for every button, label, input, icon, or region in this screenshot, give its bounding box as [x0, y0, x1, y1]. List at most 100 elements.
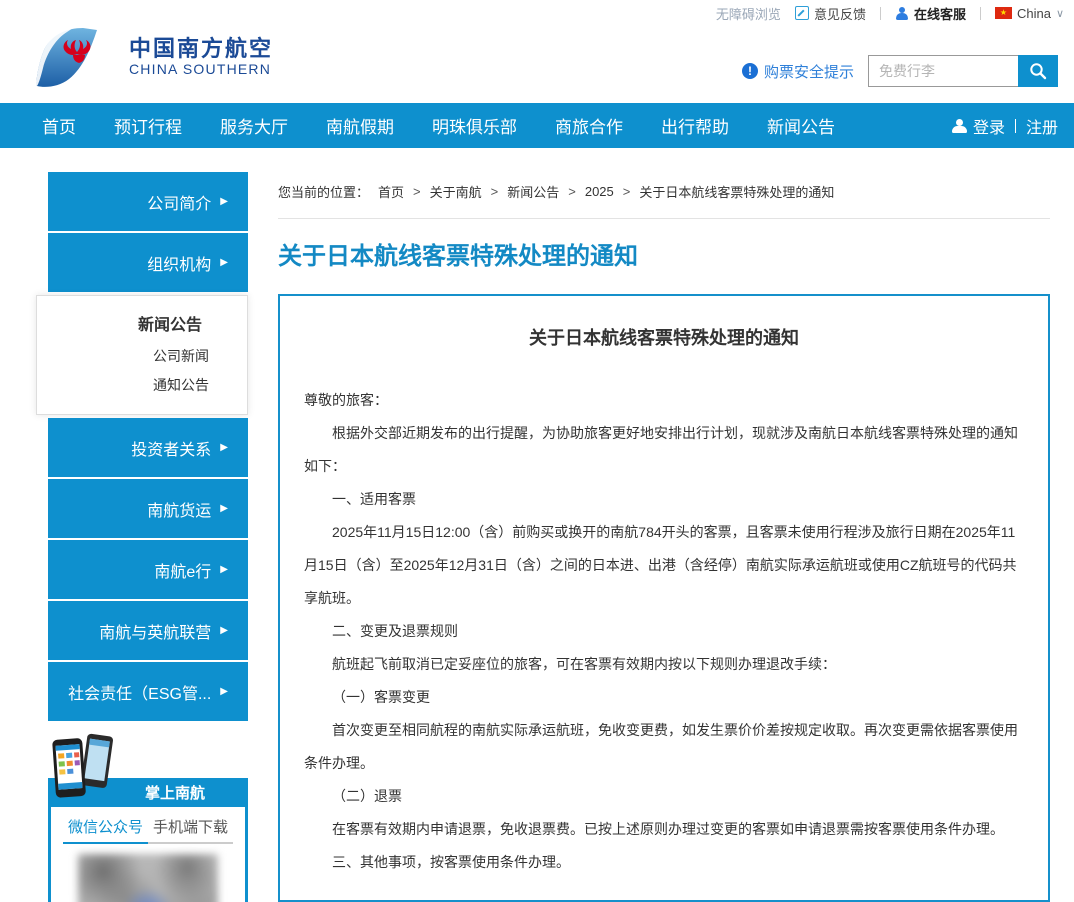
- sidebar-item-company-profile[interactable]: 公司简介 ▶: [48, 172, 248, 231]
- sidebar-item-label: 南航与英航联营: [99, 619, 211, 643]
- arrow-right-icon: ▶: [220, 504, 228, 514]
- sidebar: 公司简介 ▶ 组织机构 ▶ 新闻公告 公司新闻 通知公告 投资者关系 ▶ 南航货…: [36, 172, 248, 902]
- breadcrumb-separator: >: [568, 184, 576, 199]
- sidebar-subitem-company-news[interactable]: 公司新闻: [37, 342, 247, 371]
- accessibility-link[interactable]: 无障碍浏览: [716, 4, 781, 23]
- nav-item-business-travel[interactable]: 商旅合作: [555, 113, 623, 138]
- page: 无障碍浏览 意见反馈 在线客服 ★ China ∨: [0, 0, 1074, 902]
- breadcrumb: 您当前的位置： 首页 > 关于南航 > 新闻公告 > 2025 > 关于日本航线…: [278, 172, 1050, 219]
- tab-mobile-download[interactable]: 手机端下载: [148, 816, 233, 844]
- wechat-qr-code-image: [78, 854, 218, 902]
- nav-item-news[interactable]: 新闻公告: [767, 113, 835, 138]
- arrow-right-icon: ▶: [220, 626, 228, 636]
- page-title: 关于日本航线客票特殊处理的通知: [278, 236, 1050, 271]
- breadcrumb-2025[interactable]: 2025: [585, 184, 614, 199]
- safety-tip-label: 购票安全提示: [764, 61, 854, 82]
- login-person-icon: [952, 119, 967, 133]
- sidebar-item-e-travel[interactable]: 南航e行 ▶: [48, 540, 248, 599]
- arrow-right-icon: ▶: [220, 443, 228, 453]
- article-title: 关于日本航线客票特殊处理的通知: [304, 324, 1024, 350]
- article-paragraph: （二）退票: [304, 780, 1024, 813]
- china-flag-icon: ★: [995, 7, 1012, 19]
- search-button[interactable]: [1018, 55, 1058, 87]
- tab-wechat-official-account[interactable]: 微信公众号: [63, 816, 148, 844]
- sidebar-subitem-notice-announcements[interactable]: 通知公告: [37, 371, 247, 400]
- article-paragraph: 首次变更至相同航程的南航实际承运航班，免收变更费，如发生票价价差按规定收取。再次…: [304, 714, 1024, 780]
- mobile-phones-image: [50, 731, 114, 799]
- breadcrumb-prefix: 您当前的位置：: [278, 182, 369, 201]
- breadcrumb-separator: >: [491, 184, 499, 199]
- article-paragraph: 在客票有效期内申请退票，免收退票费。已按上述原则办理过变更的客票如申请退票需按客…: [304, 813, 1024, 846]
- sidebar-item-social-responsibility-esg[interactable]: 社会责任（ESG管... ▶: [48, 662, 248, 721]
- register-link[interactable]: 注册: [1026, 114, 1058, 138]
- main-nav: 首页 预订行程 服务大厅 南航假期 明珠俱乐部 商旅合作 出行帮助 新闻公告 登…: [0, 103, 1074, 148]
- arrow-right-icon: ▶: [220, 565, 228, 575]
- login-link[interactable]: 登录: [973, 114, 1005, 138]
- header-right: ! 购票安全提示: [742, 55, 1058, 87]
- breadcrumb-home[interactable]: 首页: [378, 182, 404, 201]
- sidebar-item-investor-relations[interactable]: 投资者关系 ▶: [48, 418, 248, 477]
- feedback-link[interactable]: 意见反馈: [795, 4, 866, 23]
- sidebar-item-label: 社会责任（ESG管...: [68, 680, 211, 704]
- sidebar-item-label: 投资者关系: [131, 436, 211, 460]
- article-paragraph: 根据外交部近期发布的出行提醒，为协助旅客更好地安排出行计划，现就涉及南航日本航线…: [304, 417, 1024, 483]
- feedback-label: 意见反馈: [814, 4, 866, 23]
- main-content: 您当前的位置： 首页 > 关于南航 > 新闻公告 > 2025 > 关于日本航线…: [278, 172, 1050, 902]
- airline-tailfin-logo-icon: [33, 26, 119, 88]
- search-box: [868, 55, 1058, 87]
- divider: [980, 7, 981, 20]
- arrow-right-icon: ▶: [220, 687, 228, 697]
- article-paragraph: 三、其他事项，按客票使用条件办理。: [304, 846, 1024, 879]
- sidebar-item-news-announcements[interactable]: 新闻公告: [37, 310, 247, 342]
- ticket-safety-tip-link[interactable]: ! 购票安全提示: [742, 61, 854, 82]
- breadcrumb-about[interactable]: 关于南航: [430, 182, 482, 201]
- utility-bar: 无障碍浏览 意见反馈 在线客服 ★ China ∨: [0, 0, 1074, 22]
- arrow-right-icon: ▶: [220, 197, 228, 207]
- header: 中国南方航空 CHINA SOUTHERN ! 购票安全提示: [0, 22, 1074, 103]
- sidebar-item-label: 公司简介: [147, 190, 211, 214]
- divider: [1015, 119, 1016, 133]
- alert-icon: !: [742, 63, 758, 79]
- nav-item-sky-pearl-club[interactable]: 明珠俱乐部: [432, 113, 517, 138]
- nav-item-home[interactable]: 首页: [42, 113, 76, 138]
- article-paragraph: 航班起飞前取消已定妥座位的旅客，可在客票有效期内按以下规则办理退改手续：: [304, 648, 1024, 681]
- article-paragraph: 一、适用客票: [304, 483, 1024, 516]
- nav-item-holidays[interactable]: 南航假期: [326, 113, 394, 138]
- sidebar-item-label: 组织机构: [147, 251, 211, 275]
- divider: [880, 7, 881, 20]
- breadcrumb-current: 关于日本航线客票特殊处理的通知: [639, 182, 834, 201]
- logo-text-en: CHINA SOUTHERN: [129, 61, 273, 77]
- app-promo-title: 掌上南航: [145, 782, 205, 803]
- region-selector[interactable]: ★ China ∨: [995, 6, 1064, 21]
- online-service-link[interactable]: 在线客服: [895, 4, 966, 23]
- mobile-app-promo: 掌上南航 微信公众号 手机端下载: [36, 729, 248, 902]
- region-label: China: [1017, 6, 1051, 21]
- article-salutation: 尊敬的旅客：: [304, 384, 1024, 417]
- sidebar-item-label: 南航e行: [154, 558, 211, 582]
- feedback-icon: [795, 6, 809, 20]
- app-promo-tabs: 微信公众号 手机端下载: [51, 816, 245, 844]
- article-paragraph: （一）客票变更: [304, 681, 1024, 714]
- sidebar-active-panel: 新闻公告 公司新闻 通知公告: [36, 295, 248, 415]
- customer-service-icon: [895, 7, 909, 20]
- sidebar-item-label: 南航货运: [147, 497, 211, 521]
- breadcrumb-news[interactable]: 新闻公告: [507, 182, 559, 201]
- sidebar-item-organization[interactable]: 组织机构 ▶: [48, 233, 248, 292]
- logo[interactable]: 中国南方航空 CHINA SOUTHERN: [33, 26, 273, 88]
- nav-item-service-hall[interactable]: 服务大厅: [220, 113, 288, 138]
- logo-text: 中国南方航空 CHINA SOUTHERN: [129, 37, 273, 77]
- article-box: 关于日本航线客票特殊处理的通知 尊敬的旅客： 根据外交部近期发布的出行提醒，为协…: [278, 294, 1050, 902]
- logo-text-cn: 中国南方航空: [129, 37, 273, 61]
- nav-item-booking[interactable]: 预订行程: [114, 113, 182, 138]
- article-paragraph: 二、变更及退票规则: [304, 615, 1024, 648]
- arrow-right-icon: ▶: [220, 258, 228, 268]
- sidebar-item-cargo[interactable]: 南航货运 ▶: [48, 479, 248, 538]
- app-promo-body: 微信公众号 手机端下载: [48, 807, 248, 902]
- search-icon: [1029, 62, 1047, 80]
- breadcrumb-separator: >: [623, 184, 631, 199]
- search-input[interactable]: [868, 55, 1018, 87]
- sidebar-item-ba-joint-venture[interactable]: 南航与英航联营 ▶: [48, 601, 248, 660]
- nav-item-travel-help[interactable]: 出行帮助: [661, 113, 729, 138]
- auth-area: 登录 注册: [952, 103, 1058, 148]
- online-service-label: 在线客服: [914, 4, 966, 23]
